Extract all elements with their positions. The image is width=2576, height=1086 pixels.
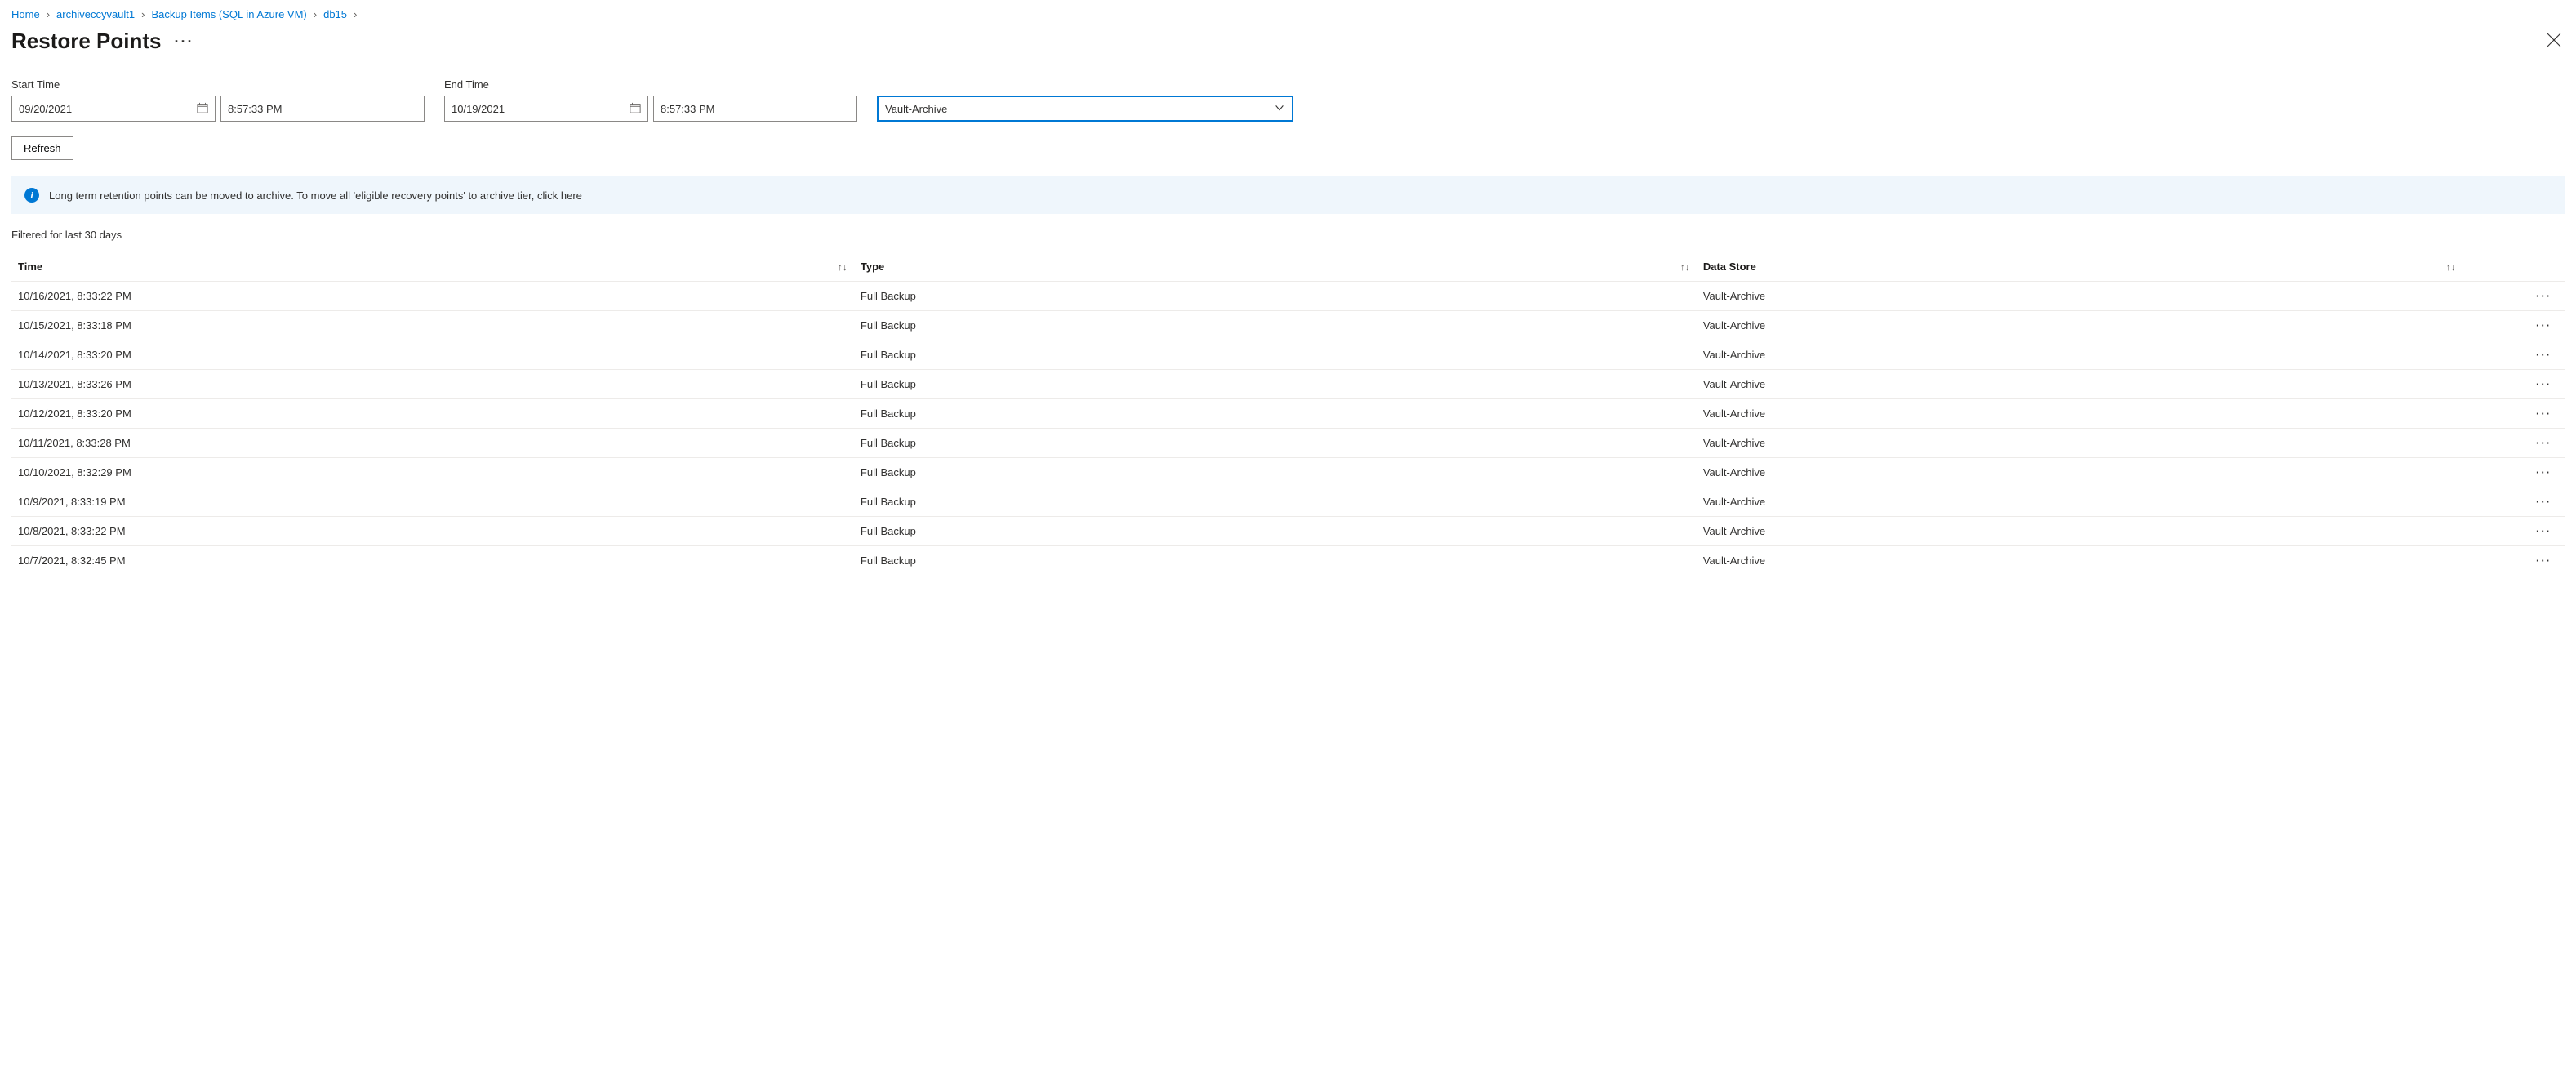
cell-time: 10/9/2021, 8:33:19 PM xyxy=(11,487,854,517)
chevron-right-icon: › xyxy=(354,8,357,20)
table-row: 10/11/2021, 8:33:28 PMFull BackupVault-A… xyxy=(11,429,2565,458)
cell-data-store: Vault-Archive xyxy=(1697,429,2463,458)
chevron-right-icon: › xyxy=(314,8,317,20)
start-date-value: 09/20/2021 xyxy=(19,103,72,115)
row-actions-button[interactable]: ··· xyxy=(2463,311,2565,340)
cell-type: Full Backup xyxy=(854,311,1697,340)
row-actions-button[interactable]: ··· xyxy=(2463,458,2565,487)
page-title: Restore Points xyxy=(11,29,162,54)
cell-data-store: Vault-Archive xyxy=(1697,458,2463,487)
tier-dropdown[interactable]: Vault-Archive xyxy=(877,96,1293,122)
cell-type: Full Backup xyxy=(854,458,1697,487)
cell-time: 10/10/2021, 8:32:29 PM xyxy=(11,458,854,487)
breadcrumb-backup-items[interactable]: Backup Items (SQL in Azure VM) xyxy=(151,8,306,20)
row-actions-button[interactable]: ··· xyxy=(2463,370,2565,399)
table-row: 10/9/2021, 8:33:19 PMFull BackupVault-Ar… xyxy=(11,487,2565,517)
sort-icon[interactable]: ↑↓ xyxy=(838,261,848,273)
breadcrumb-vault[interactable]: archiveccyvault1 xyxy=(56,8,135,20)
breadcrumb: Home › archiveccyvault1 › Backup Items (… xyxy=(11,8,2565,20)
sort-icon[interactable]: ↑↓ xyxy=(2446,261,2456,273)
cell-data-store: Vault-Archive xyxy=(1697,399,2463,429)
cell-type: Full Backup xyxy=(854,282,1697,311)
breadcrumb-home[interactable]: Home xyxy=(11,8,40,20)
cell-time: 10/8/2021, 8:33:22 PM xyxy=(11,517,854,546)
cell-type: Full Backup xyxy=(854,340,1697,370)
row-actions-button[interactable]: ··· xyxy=(2463,282,2565,311)
row-actions-button[interactable]: ··· xyxy=(2463,517,2565,546)
row-actions-button[interactable]: ··· xyxy=(2463,546,2565,576)
end-date-input[interactable]: 10/19/2021 xyxy=(444,96,648,122)
cell-data-store: Vault-Archive xyxy=(1697,370,2463,399)
more-actions-button[interactable]: ··· xyxy=(175,34,194,49)
close-icon xyxy=(2547,38,2561,50)
refresh-button[interactable]: Refresh xyxy=(11,136,73,160)
calendar-icon xyxy=(630,102,641,116)
tier-dropdown-value: Vault-Archive xyxy=(885,103,947,115)
info-banner-text: Long term retention points can be moved … xyxy=(49,189,582,202)
end-time-input[interactable]: 8:57:33 PM xyxy=(653,96,857,122)
cell-data-store: Vault-Archive xyxy=(1697,487,2463,517)
chevron-down-icon xyxy=(1274,102,1285,116)
end-date-value: 10/19/2021 xyxy=(452,103,505,115)
info-icon: i xyxy=(24,188,39,203)
close-button[interactable] xyxy=(2543,29,2565,53)
start-time-input[interactable]: 8:57:33 PM xyxy=(220,96,425,122)
cell-time: 10/13/2021, 8:33:26 PM xyxy=(11,370,854,399)
cell-data-store: Vault-Archive xyxy=(1697,282,2463,311)
cell-time: 10/7/2021, 8:32:45 PM xyxy=(11,546,854,576)
table-row: 10/10/2021, 8:32:29 PMFull BackupVault-A… xyxy=(11,458,2565,487)
cell-data-store: Vault-Archive xyxy=(1697,546,2463,576)
column-header-time[interactable]: Time xyxy=(18,260,42,273)
table-row: 10/13/2021, 8:33:26 PMFull BackupVault-A… xyxy=(11,370,2565,399)
cell-time: 10/16/2021, 8:33:22 PM xyxy=(11,282,854,311)
chevron-right-icon: › xyxy=(141,8,145,20)
cell-type: Full Backup xyxy=(854,429,1697,458)
cell-type: Full Backup xyxy=(854,517,1697,546)
row-actions-button[interactable]: ··· xyxy=(2463,340,2565,370)
cell-time: 10/11/2021, 8:33:28 PM xyxy=(11,429,854,458)
calendar-icon xyxy=(197,102,208,116)
restore-points-table: Time ↑↓ Type ↑↓ Data Store ↑↓ 10/16/2021… xyxy=(11,252,2565,575)
start-time-label: Start Time xyxy=(11,78,425,91)
row-actions-button[interactable]: ··· xyxy=(2463,429,2565,458)
cell-data-store: Vault-Archive xyxy=(1697,311,2463,340)
table-row: 10/15/2021, 8:33:18 PMFull BackupVault-A… xyxy=(11,311,2565,340)
start-time-value: 8:57:33 PM xyxy=(228,103,283,115)
table-row: 10/8/2021, 8:33:22 PMFull BackupVault-Ar… xyxy=(11,517,2565,546)
cell-time: 10/15/2021, 8:33:18 PM xyxy=(11,311,854,340)
info-banner[interactable]: i Long term retention points can be move… xyxy=(11,176,2565,214)
table-row: 10/12/2021, 8:33:20 PMFull BackupVault-A… xyxy=(11,399,2565,429)
cell-data-store: Vault-Archive xyxy=(1697,340,2463,370)
tier-label xyxy=(877,78,1293,91)
row-actions-button[interactable]: ··· xyxy=(2463,399,2565,429)
table-row: 10/14/2021, 8:33:20 PMFull BackupVault-A… xyxy=(11,340,2565,370)
column-header-data-store[interactable]: Data Store xyxy=(1703,260,1756,273)
breadcrumb-db[interactable]: db15 xyxy=(323,8,347,20)
cell-type: Full Backup xyxy=(854,370,1697,399)
sort-icon[interactable]: ↑↓ xyxy=(1680,261,1690,273)
cell-type: Full Backup xyxy=(854,546,1697,576)
end-time-value: 8:57:33 PM xyxy=(661,103,715,115)
table-row: 10/16/2021, 8:33:22 PMFull BackupVault-A… xyxy=(11,282,2565,311)
chevron-right-icon: › xyxy=(47,8,50,20)
start-date-input[interactable]: 09/20/2021 xyxy=(11,96,216,122)
cell-type: Full Backup xyxy=(854,399,1697,429)
column-header-type[interactable]: Type xyxy=(861,260,884,273)
filter-status-text: Filtered for last 30 days xyxy=(11,229,2565,241)
table-row: 10/7/2021, 8:32:45 PMFull BackupVault-Ar… xyxy=(11,546,2565,576)
cell-time: 10/14/2021, 8:33:20 PM xyxy=(11,340,854,370)
cell-time: 10/12/2021, 8:33:20 PM xyxy=(11,399,854,429)
cell-data-store: Vault-Archive xyxy=(1697,517,2463,546)
end-time-label: End Time xyxy=(444,78,857,91)
row-actions-button[interactable]: ··· xyxy=(2463,487,2565,517)
cell-type: Full Backup xyxy=(854,487,1697,517)
